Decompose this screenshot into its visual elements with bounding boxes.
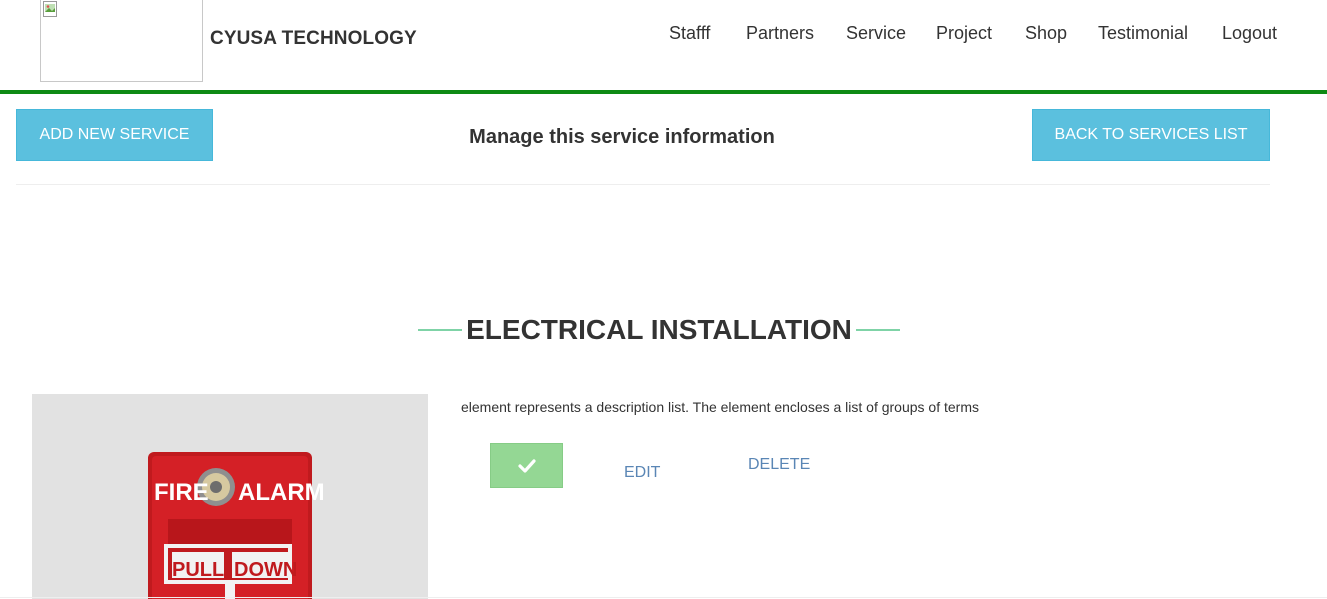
- header-divider: [0, 90, 1327, 94]
- nav-logout[interactable]: Logout: [1222, 23, 1277, 44]
- nav-project[interactable]: Project: [936, 23, 992, 44]
- image-text-pull: PULL: [172, 559, 224, 581]
- nav-staff[interactable]: Stafff: [669, 23, 710, 44]
- main-nav: Stafff Partners Service Project Shop Tes…: [0, 23, 1327, 47]
- service-description: element represents a description list. T…: [461, 399, 979, 415]
- check-icon: [517, 458, 536, 473]
- delete-link[interactable]: DELETE: [748, 456, 810, 474]
- fire-alarm-picture: FIRE ALARM PULL DOWN: [32, 394, 428, 599]
- image-text-fire: FIRE: [154, 479, 209, 506]
- image-text-alarm: ALARM: [238, 479, 325, 506]
- image-text-down: DOWN: [234, 559, 297, 581]
- nav-shop[interactable]: Shop: [1025, 23, 1067, 44]
- nav-partners[interactable]: Partners: [746, 23, 814, 44]
- edit-link[interactable]: EDIT: [624, 464, 660, 482]
- nav-testimonial[interactable]: Testimonial: [1098, 23, 1188, 44]
- broken-image-icon: [43, 1, 57, 17]
- service-image: FIRE ALARM PULL DOWN: [32, 394, 428, 599]
- title-decoration-right: [856, 329, 900, 331]
- approve-button[interactable]: [490, 443, 563, 488]
- toolbar-divider: [16, 184, 1270, 185]
- nav-service[interactable]: Service: [846, 23, 906, 44]
- page-bottom-divider: [0, 597, 1327, 598]
- service-title: ELECTRICAL INSTALLATION: [466, 314, 852, 345]
- back-to-services-button[interactable]: BACK TO SERVICES LIST: [1032, 109, 1270, 161]
